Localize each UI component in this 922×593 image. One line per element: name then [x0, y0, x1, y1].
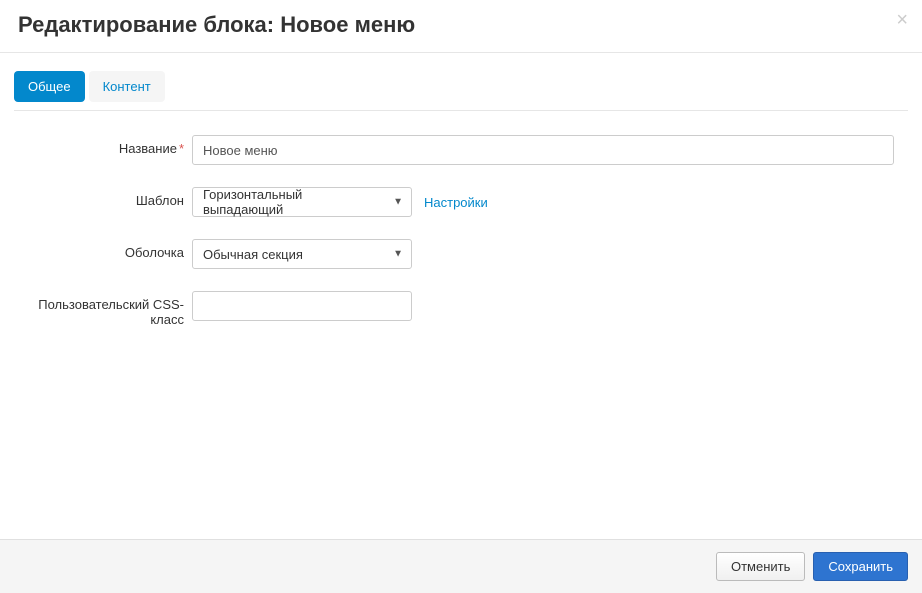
label-name: Название*: [14, 135, 192, 156]
label-shell: Оболочка: [14, 239, 192, 260]
tabs: Общее Контент: [14, 71, 908, 111]
label-template: Шаблон: [14, 187, 192, 208]
dialog-content: Общее Контент Название* Шаблон Горизонта…: [0, 53, 922, 327]
cancel-button[interactable]: Отменить: [716, 552, 805, 581]
save-button[interactable]: Сохранить: [813, 552, 908, 581]
shell-select[interactable]: Обычная секция ▼: [192, 239, 412, 269]
row-template: Шаблон Горизонтальный выпадающий ▼ Настр…: [14, 187, 908, 217]
dialog-header: Редактирование блока: Новое меню ×: [0, 0, 922, 53]
close-icon[interactable]: ×: [896, 10, 908, 30]
label-css-class: Пользовательский CSS-класс: [14, 291, 192, 327]
template-select[interactable]: Горизонтальный выпадающий ▼: [192, 187, 412, 217]
tab-content[interactable]: Контент: [89, 71, 165, 102]
required-asterisk: *: [179, 141, 184, 156]
row-name: Название*: [14, 135, 908, 165]
row-shell: Оболочка Обычная секция ▼: [14, 239, 908, 269]
chevron-down-icon: ▼: [393, 197, 403, 208]
row-css-class: Пользовательский CSS-класс: [14, 291, 908, 327]
css-class-input[interactable]: [192, 291, 412, 321]
dialog-title: Редактирование блока: Новое меню: [18, 12, 904, 38]
chevron-down-icon: ▼: [393, 249, 403, 260]
dialog-footer: Отменить Сохранить: [0, 539, 922, 593]
tab-general[interactable]: Общее: [14, 71, 85, 102]
settings-link[interactable]: Настройки: [424, 195, 488, 210]
name-input[interactable]: [192, 135, 894, 165]
